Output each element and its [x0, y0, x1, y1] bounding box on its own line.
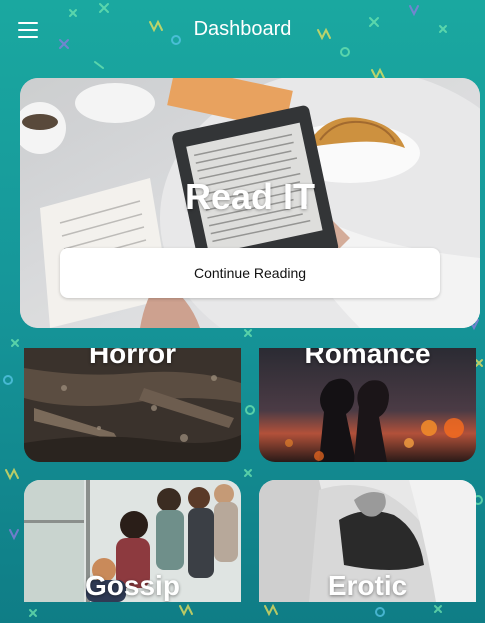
category-card-erotic[interactable]: Erotic — [259, 480, 476, 602]
category-label-gossip: Gossip — [85, 570, 180, 601]
category-card-horror[interactable]: Horror — [24, 348, 241, 462]
category-label-horror: Horror — [88, 348, 177, 369]
top-bar: Dashboard — [0, 0, 485, 60]
category-label-romance: Romance — [304, 348, 431, 369]
continue-reading-button[interactable]: Continue Reading — [60, 248, 440, 298]
category-label-erotic: Erotic — [327, 570, 408, 601]
category-card-gossip[interactable]: Gossip — [24, 480, 241, 602]
hero-title: Read IT — [184, 176, 316, 217]
category-card-romance[interactable]: Romance — [259, 348, 476, 462]
hero-banner: Read IT Continue Reading — [20, 78, 480, 328]
page-title: Dashboard — [193, 18, 292, 40]
